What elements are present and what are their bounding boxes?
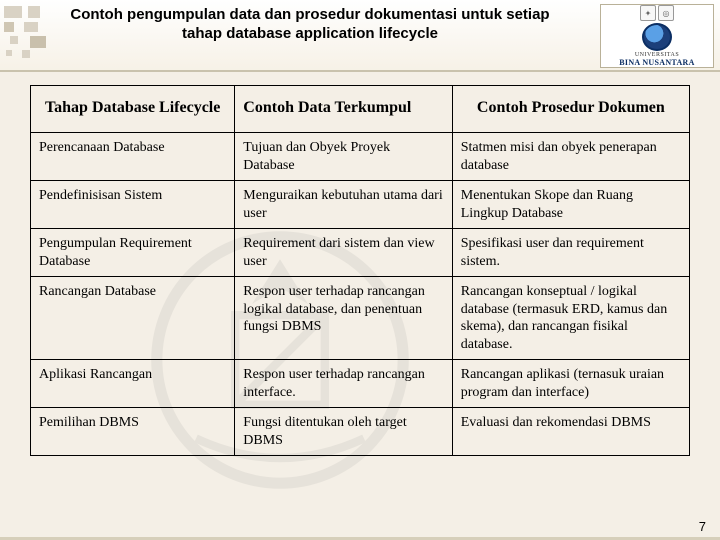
table-row: Pengumpulan Requirement Database Require… — [31, 229, 690, 277]
table-row: Pemilihan DBMS Fungsi ditentukan oleh ta… — [31, 408, 690, 456]
table-header-row: Tahap Database Lifecycle Contoh Data Ter… — [31, 86, 690, 133]
cell: Rancangan konseptual / logikal database … — [452, 277, 689, 360]
cell: Aplikasi Rancangan — [31, 360, 235, 408]
cell: Pendefinisisan Sistem — [31, 181, 235, 229]
cell: Perencanaan Database — [31, 133, 235, 181]
cell: Spesifikasi user dan requirement sistem. — [452, 229, 689, 277]
cell: Menentukan Skope dan Ruang Lingkup Datab… — [452, 181, 689, 229]
col-header-2: Contoh Data Terkumpul — [235, 86, 452, 133]
cell: Tujuan dan Obyek Proyek Database — [235, 133, 452, 181]
table-row: Pendefinisisan Sistem Menguraikan kebutu… — [31, 181, 690, 229]
cell: Menguraikan kebutuhan utama dari user — [235, 181, 452, 229]
page-number: 7 — [699, 519, 706, 534]
col-header-3: Contoh Prosedur Dokumen — [452, 86, 689, 133]
table-row: Aplikasi Rancangan Respon user terhadap … — [31, 360, 690, 408]
cell: Fungsi ditentukan oleh target DBMS — [235, 408, 452, 456]
badge-icon: ✦ — [640, 5, 656, 21]
header-divider — [0, 70, 720, 72]
crest-icon — [642, 23, 672, 51]
cell: Requirement dari sistem dan view user — [235, 229, 452, 277]
cell: Pemilihan DBMS — [31, 408, 235, 456]
logo-line2: BINA NUSANTARA — [619, 58, 694, 67]
col-header-1: Tahap Database Lifecycle — [31, 86, 235, 133]
main-table: Tahap Database Lifecycle Contoh Data Ter… — [30, 85, 690, 456]
slide-title: Contoh pengumpulan data dan prosedur dok… — [60, 6, 560, 44]
badge-icon: ◎ — [658, 5, 674, 21]
cell: Respon user terhadap rancangan logikal d… — [235, 277, 452, 360]
cell: Evaluasi dan rekomendasi DBMS — [452, 408, 689, 456]
cell: Rancangan Database — [31, 277, 235, 360]
table-row: Rancangan Database Respon user terhadap … — [31, 277, 690, 360]
cell: Rancangan aplikasi (ternasuk uraian prog… — [452, 360, 689, 408]
cell: Pengumpulan Requirement Database — [31, 229, 235, 277]
cell: Respon user terhadap rancangan interface… — [235, 360, 452, 408]
table-row: Perencanaan Database Tujuan dan Obyek Pr… — [31, 133, 690, 181]
cell: Statmen misi dan obyek penerapan databas… — [452, 133, 689, 181]
university-logo: ✦ ◎ UNIVERSITAS BINA NUSANTARA — [600, 4, 714, 68]
